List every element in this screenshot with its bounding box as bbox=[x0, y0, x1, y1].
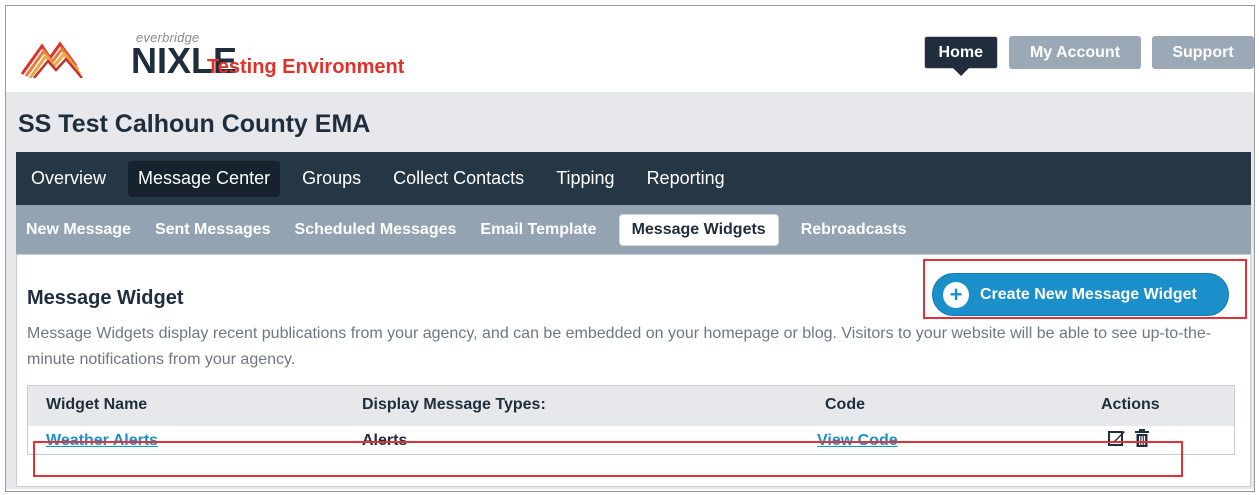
section-title: Message Widget bbox=[27, 287, 184, 309]
top-nav: Home My Account Support bbox=[923, 36, 1254, 76]
col-actions: Actions bbox=[1101, 396, 1160, 413]
environment-label: Testing Environment bbox=[207, 56, 405, 78]
subtab-new-message[interactable]: New Message bbox=[26, 214, 143, 246]
agency-area: SS Test Calhoun County EMA Overview Mess… bbox=[6, 92, 1254, 489]
col-display-types: Display Message Types: bbox=[362, 396, 546, 413]
logo[interactable] bbox=[20, 28, 92, 78]
subtab-sent-messages[interactable]: Sent Messages bbox=[143, 214, 283, 246]
subtab-message-widgets[interactable]: Message Widgets bbox=[618, 213, 779, 246]
subtab-email-template[interactable]: Email Template bbox=[468, 214, 608, 246]
tab-overview[interactable]: Overview bbox=[31, 161, 116, 197]
tab-tipping[interactable]: Tipping bbox=[546, 161, 624, 197]
subtab-rebroadcasts[interactable]: Rebroadcasts bbox=[789, 214, 919, 246]
col-code: Code bbox=[825, 396, 865, 413]
nixle-logo-icon bbox=[20, 41, 83, 78]
my-account-button[interactable]: My Account bbox=[1009, 36, 1141, 69]
agency-title: SS Test Calhoun County EMA bbox=[18, 110, 371, 138]
tab-message-center[interactable]: Message Center bbox=[128, 160, 281, 197]
highlight-box-create bbox=[923, 259, 1247, 319]
main-nav: Overview Message Center Groups Collect C… bbox=[16, 152, 1251, 205]
home-button[interactable]: Home bbox=[923, 36, 998, 76]
tab-reporting[interactable]: Reporting bbox=[637, 161, 735, 197]
sub-nav: New Message Sent Messages Scheduled Mess… bbox=[16, 205, 1251, 254]
section-description: Message Widgets display recent publicati… bbox=[27, 325, 1212, 368]
highlight-box-row bbox=[33, 441, 1183, 477]
tab-groups[interactable]: Groups bbox=[292, 161, 371, 197]
support-button[interactable]: Support bbox=[1152, 36, 1254, 69]
tab-collect-contacts[interactable]: Collect Contacts bbox=[383, 161, 534, 197]
col-widget-name: Widget Name bbox=[46, 396, 148, 413]
subtab-scheduled-messages[interactable]: Scheduled Messages bbox=[283, 214, 469, 246]
